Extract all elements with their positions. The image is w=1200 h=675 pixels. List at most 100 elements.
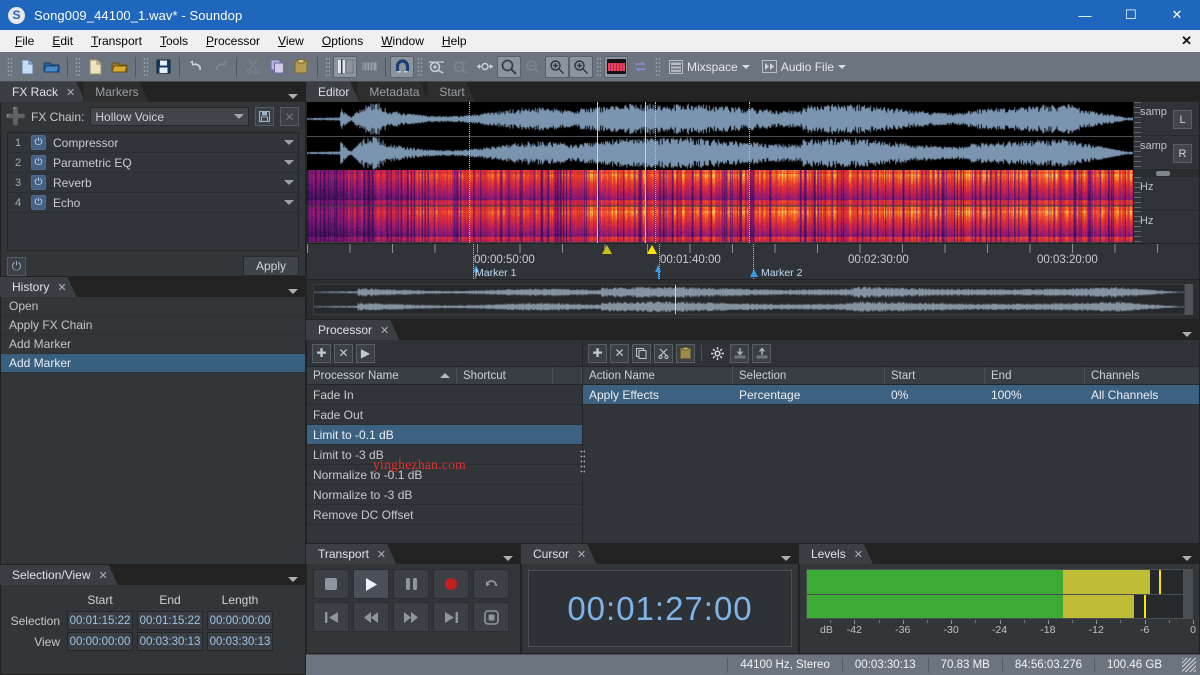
menu-options[interactable]: Options xyxy=(313,31,372,51)
delete-chain-icon[interactable]: ✕ xyxy=(280,107,299,126)
marker-2[interactable]: Marker 2 xyxy=(750,267,802,279)
redo-icon[interactable] xyxy=(208,56,232,78)
fx-row-echo[interactable]: 4 ⏻ Echo xyxy=(8,193,298,213)
tab-markers[interactable]: Markers xyxy=(83,82,148,102)
close-icon-history[interactable]: ✕ xyxy=(57,281,66,294)
close-document-icon[interactable]: ✕ xyxy=(1181,33,1192,49)
zoom-out-horizontal-icon[interactable] xyxy=(449,56,473,78)
switch-view-icon[interactable] xyxy=(628,56,652,78)
menu-edit[interactable]: Edit xyxy=(43,31,82,51)
processor-row-limit-3db[interactable]: Limit to -3 dB xyxy=(307,445,582,465)
close-icon-selection-view[interactable]: ✕ xyxy=(99,569,108,582)
action-row-apply-effects[interactable]: Apply Effects Percentage 0% 100% All Cha… xyxy=(583,385,1199,405)
history-item-add-marker-1[interactable]: Add Marker xyxy=(1,335,305,354)
processor-panel-menu-icon[interactable] xyxy=(1182,332,1192,337)
rail-scroll-thumb[interactable] xyxy=(1156,171,1170,176)
time-selection-icon[interactable] xyxy=(333,56,357,78)
history-item-add-marker-2[interactable]: Add Marker xyxy=(1,354,305,373)
zoom-out-full-icon[interactable] xyxy=(521,56,545,78)
cursor-panel-menu-icon[interactable] xyxy=(781,556,791,561)
channel-button-left[interactable]: L xyxy=(1173,110,1192,129)
close-icon[interactable]: ✕ xyxy=(1154,0,1200,30)
close-icon-levels[interactable]: ✕ xyxy=(854,548,863,561)
tab-editor[interactable]: Editor xyxy=(306,82,359,102)
processor-row-normalize-3db[interactable]: Normalize to -3 dB xyxy=(307,485,582,505)
menu-file[interactable]: FFileile xyxy=(6,31,43,51)
close-icon-processor[interactable]: ✕ xyxy=(380,324,389,337)
column-shortcut[interactable]: Shortcut xyxy=(457,367,553,384)
marker-1[interactable]: Marker 1 xyxy=(475,267,516,279)
chevron-down-icon-fx2[interactable] xyxy=(284,160,294,165)
tab-cursor[interactable]: Cursor ✕ xyxy=(521,544,596,564)
chevron-down-icon-fx3[interactable] xyxy=(284,180,294,185)
cut-icon[interactable] xyxy=(241,56,265,78)
apply-button[interactable]: Apply xyxy=(243,256,299,276)
rail-scrollbar[interactable] xyxy=(1134,170,1199,177)
power-icon[interactable]: ⏻ xyxy=(31,135,46,150)
tab-levels[interactable]: Levels ✕ xyxy=(799,544,873,564)
marker-handle-2[interactable] xyxy=(647,245,657,254)
fx-empty-slot[interactable] xyxy=(8,213,298,250)
close-icon-cursor[interactable]: ✕ xyxy=(577,548,586,561)
toolbar-grip-3[interactable] xyxy=(143,57,148,77)
zoom-in-horizontal-icon[interactable] xyxy=(425,56,449,78)
open-session-icon[interactable] xyxy=(107,56,131,78)
marker-handle-1[interactable] xyxy=(602,245,612,254)
fx-row-reverb[interactable]: 3 ⏻ Reverb xyxy=(8,173,298,193)
tab-start[interactable]: Start xyxy=(427,82,474,102)
zoom-out-vertical-icon[interactable] xyxy=(569,56,593,78)
fx-row-compressor[interactable]: 1 ⏻ Compressor xyxy=(8,133,298,153)
view-start-field[interactable]: 00:00:00:00 xyxy=(67,632,133,651)
run-processor-icon[interactable]: ▶ xyxy=(356,344,375,363)
save-chain-icon[interactable] xyxy=(255,107,274,126)
save-icon[interactable] xyxy=(151,56,175,78)
minimize-icon[interactable]: — xyxy=(1062,0,1108,30)
maximize-icon[interactable]: ☐ xyxy=(1108,0,1154,30)
chevron-down-icon-fx4[interactable] xyxy=(284,200,294,205)
selection-end-field[interactable]: 00:01:15:22 xyxy=(137,611,203,630)
fx-master-power-icon[interactable]: ⏻ xyxy=(7,257,26,276)
timeline-ruler[interactable]: 00:00:50:00 00:01:40:00 00:02:30:00 00:0… xyxy=(306,244,1200,280)
toolbar-grip-7[interactable] xyxy=(655,57,660,77)
overview-waveform[interactable] xyxy=(313,284,1185,315)
tab-fx-rack[interactable]: FX Rack ✕ xyxy=(0,82,85,102)
stop-button[interactable] xyxy=(313,569,349,599)
levels-panel-menu-icon[interactable] xyxy=(1182,556,1192,561)
transport-panel-menu-icon[interactable] xyxy=(503,556,513,561)
processor-row-fade-in[interactable]: Fade In xyxy=(307,385,582,405)
fx-chain-select[interactable]: Hollow Voice xyxy=(90,107,249,126)
history-panel-menu-icon[interactable] xyxy=(288,289,298,294)
toolbar-grip-2[interactable] xyxy=(75,57,80,77)
skip-to-end-button[interactable] xyxy=(433,602,469,632)
cut-action-icon[interactable] xyxy=(654,344,673,363)
resize-grip-icon[interactable] xyxy=(1182,658,1196,672)
zoom-in-vertical-icon[interactable] xyxy=(545,56,569,78)
stop-all-button[interactable] xyxy=(473,602,509,632)
close-icon-transport[interactable]: ✕ xyxy=(377,548,386,561)
tab-processor[interactable]: Processor ✕ xyxy=(306,320,399,340)
frequency-selection-icon[interactable] xyxy=(357,56,381,78)
selection-view-panel-menu-icon[interactable] xyxy=(288,577,298,582)
menu-tools[interactable]: Tools xyxy=(151,31,197,51)
overview-right-handle[interactable] xyxy=(1185,284,1193,315)
undo-icon[interactable] xyxy=(184,56,208,78)
menu-view[interactable]: View xyxy=(269,31,313,51)
view-length-field[interactable]: 00:03:30:13 xyxy=(207,632,273,651)
menu-window[interactable]: Window xyxy=(372,31,433,51)
tab-metadata[interactable]: Metadata xyxy=(357,82,429,102)
level-meter[interactable] xyxy=(806,569,1193,619)
view-end-field[interactable]: 00:03:30:13 xyxy=(137,632,203,651)
processor-row-limit-0-1db[interactable]: Limit to -0.1 dB xyxy=(307,425,582,445)
fx-rack-panel-menu-icon[interactable] xyxy=(288,94,298,99)
new-file-icon[interactable] xyxy=(15,56,39,78)
paste-action-icon[interactable] xyxy=(676,344,695,363)
tab-transport[interactable]: Transport ✕ xyxy=(306,544,396,564)
spectrogram-display[interactable] xyxy=(307,170,1133,243)
toolbar-grip-6[interactable] xyxy=(596,57,601,77)
channel-button-right[interactable]: R xyxy=(1173,144,1192,163)
settings-action-icon[interactable] xyxy=(708,344,727,363)
open-file-icon[interactable] xyxy=(39,56,63,78)
selection-start-field[interactable]: 00:01:15:22 xyxy=(67,611,133,630)
column-end[interactable]: End xyxy=(985,367,1085,384)
snap-magnet-icon[interactable] xyxy=(390,56,414,78)
